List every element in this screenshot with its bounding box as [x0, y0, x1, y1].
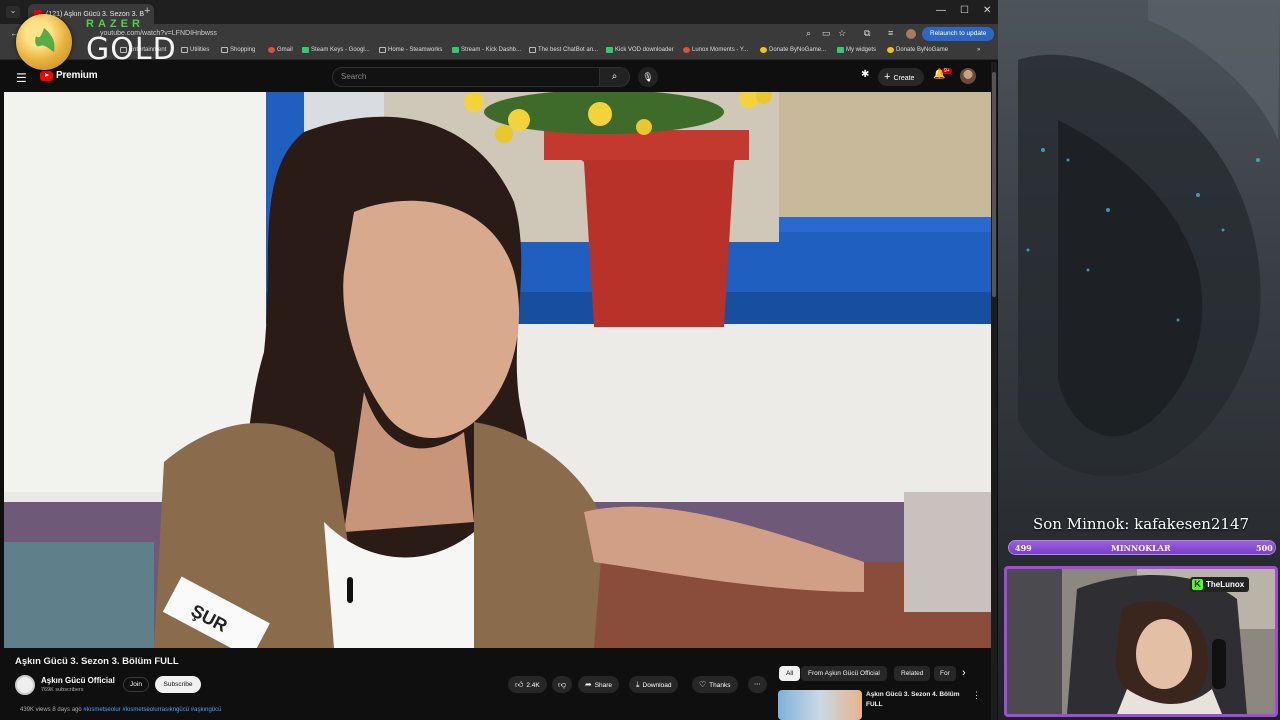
bookmark-star-icon[interactable]: ☆ — [838, 28, 846, 39]
maximize-icon[interactable]: ☐ — [960, 5, 969, 16]
video-meta: 439K views 8 days ago #kısmetseolur #kıs… — [20, 707, 221, 713]
like-button[interactable]: 👍︎ 2.4K — [508, 676, 547, 693]
goal-target: 500 — [1256, 543, 1273, 553]
bookmark-item[interactable]: My widgets — [837, 47, 876, 53]
kick-vod-icon — [606, 47, 613, 53]
widgets-icon — [837, 47, 844, 53]
chip-for-you[interactable]: For — [934, 666, 956, 681]
youtube-play-icon — [40, 70, 53, 81]
cast-icon[interactable]: ▭ — [822, 28, 831, 39]
subscribe-button[interactable]: Subscribe — [155, 676, 201, 693]
tab-title: (121) Aşkın Gücü 3. Sezon 3. B — [46, 10, 145, 18]
bookmark-item[interactable]: Steam Keys - Googl... — [302, 47, 370, 53]
channel-avatar[interactable] — [15, 675, 35, 695]
goal-label: MINNOKLAR — [1111, 543, 1171, 553]
page-scrollbar[interactable] — [991, 62, 997, 720]
more-bookmarks-icon[interactable]: » — [977, 47, 980, 53]
tab-search-button[interactable]: ⌄ — [6, 6, 20, 18]
join-button[interactable]: Join — [123, 677, 149, 692]
share-icon: ➦ — [585, 680, 592, 689]
chevron-right-icon[interactable]: › — [962, 667, 966, 679]
relaunch-button[interactable]: Relaunch to update — [922, 27, 995, 41]
video-player[interactable]: ŞUR — [4, 92, 991, 648]
steam-icon — [379, 47, 386, 53]
thanks-icon: ♡ — [699, 680, 707, 689]
browser-window: ⌄ (121) Aşkın Gücü 3. Sezon 3. B + — ☐ ✕… — [0, 0, 998, 720]
bookmark-item[interactable]: The best ChatBot an... — [529, 47, 598, 53]
chip-all[interactable]: All — [779, 666, 801, 681]
extensions-icon[interactable]: ⧉ — [864, 28, 870, 39]
recommendation-menu-icon[interactable]: ⋮ — [972, 690, 981, 701]
bookmark-item[interactable]: Donate ByNoGame... — [760, 47, 826, 53]
bookmark-item[interactable]: Lunox Moments - Y... — [683, 47, 748, 53]
more-actions-icon[interactable]: ⋯ — [748, 676, 767, 693]
logo-text: Premium — [56, 70, 98, 81]
kick-username-badge: K TheLunox — [1190, 577, 1250, 592]
scrollbar-thumb[interactable] — [992, 72, 996, 297]
views-date: 439K views 8 days ago — [20, 707, 82, 713]
chip-related[interactable]: Related — [894, 666, 931, 681]
thanks-button[interactable]: ♡ Thanks — [692, 676, 738, 693]
chip-from-channel[interactable]: From Aşkın Gücü Official — [801, 666, 887, 681]
razer-gold-text: GOLD — [86, 32, 177, 67]
folder-icon — [181, 47, 188, 53]
bookmark-item[interactable]: Stream - Kick Dashb... — [452, 47, 521, 53]
search-page-icon[interactable]: ⌕ — [806, 28, 811, 39]
bookmark-item[interactable]: Shopping — [221, 47, 255, 53]
bookmark-item[interactable]: Kick VOD downloader — [606, 47, 674, 53]
search-input[interactable]: Search — [332, 67, 600, 87]
video-frame: ŞUR — [4, 92, 991, 648]
thumbs-up-icon: 👍︎ — [515, 680, 524, 689]
share-button[interactable]: ➦ Share — [578, 676, 620, 693]
tab-strip: ⌄ (121) Aşkın Gücü 3. Sezon 3. B + — ☐ ✕ — [0, 0, 998, 24]
folder-icon — [221, 47, 228, 53]
notification-count-badge: 9+ — [942, 68, 952, 74]
minimize-icon[interactable]: — — [936, 5, 946, 16]
sidebar-icon[interactable]: ≡ — [888, 28, 893, 38]
youtube-icon — [683, 47, 690, 53]
razer-brand-text: RAZER — [86, 18, 144, 30]
bookmark-item[interactable]: Home - Steamworks — [379, 47, 442, 53]
new-tab-button[interactable]: + — [144, 5, 150, 17]
close-window-icon[interactable]: ✕ — [983, 5, 991, 16]
sheets-icon — [302, 47, 309, 53]
microphone-icon[interactable]: 🎙 — [638, 67, 658, 87]
thumbs-down-icon: 👎︎ — [558, 680, 567, 689]
recommendation-title[interactable]: Aşkın Gücü 3. Sezon 4. Bölüm FULL — [866, 690, 966, 710]
youtube-logo[interactable]: Premium — [40, 70, 98, 81]
download-icon: ⤓ — [636, 680, 640, 689]
kick-icon — [452, 47, 459, 53]
bynogame-icon — [887, 47, 894, 53]
gmail-icon — [268, 47, 275, 53]
dislike-button[interactable]: 👎︎ — [552, 676, 573, 693]
channel-name[interactable]: Aşkın Gücü Official — [41, 676, 115, 685]
account-avatar[interactable] — [960, 68, 976, 84]
video-title: Aşkın Gücü 3. Sezon 3. Bölüm FULL — [15, 656, 179, 667]
bookmark-item[interactable]: Utilities — [181, 47, 209, 53]
bynogame-icon — [760, 47, 767, 53]
video-tags[interactable]: #kısmetseolur #kısmetseolurrasıkngücü #a… — [83, 707, 221, 713]
razer-gold-logo-icon — [16, 14, 72, 70]
kick-logo-icon: K — [1192, 579, 1203, 590]
studio-icon[interactable]: ✱ — [861, 69, 869, 80]
screen: ⌄ (121) Aşkın Gücü 3. Sezon 3. B + — ☐ ✕… — [0, 0, 1280, 720]
profile-avatar[interactable] — [906, 29, 916, 39]
bookmark-item[interactable]: Gmail — [268, 47, 293, 53]
goal-current: 499 — [1015, 543, 1032, 553]
latest-sub-label: Son Minnok: kafakesen2147 — [1033, 515, 1250, 533]
menu-icon[interactable]: ☰ — [16, 71, 27, 85]
recommendation-thumbnail[interactable] — [778, 690, 862, 720]
subscriber-count: 769K subscribers — [41, 687, 84, 693]
bookmark-item[interactable]: Donate ByNoGame — [887, 47, 948, 53]
create-button[interactable]: + Create — [878, 68, 924, 86]
url-field[interactable]: youtube.com/watch?v=LFNDIHnbwss — [100, 26, 800, 41]
chatbot-icon — [529, 47, 536, 53]
download-button[interactable]: ⤓ Download — [629, 676, 679, 693]
search-icon[interactable]: ⌕ — [600, 67, 630, 87]
